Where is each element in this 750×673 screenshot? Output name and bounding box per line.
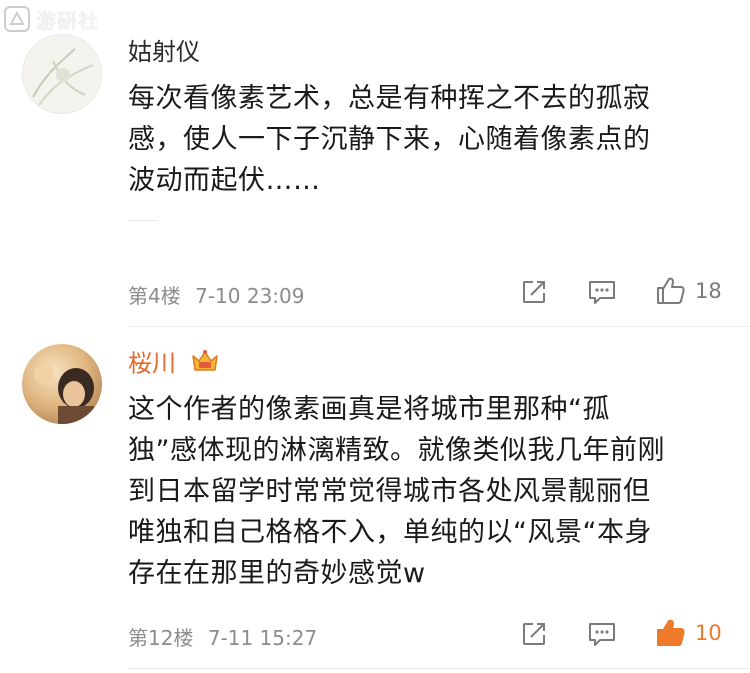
comment-line: 到日本留学时常常觉得城市各处风景靓丽但	[128, 476, 651, 507]
comment-line: 波动而起伏……	[128, 165, 321, 196]
comment-line: 这个作者的像素画真是将城市里那种“孤	[128, 394, 610, 425]
comment-line: 独”感体现的淋漓精致。就像类似我几年前刚	[128, 435, 665, 466]
reply-button[interactable]	[587, 277, 617, 307]
comment-line: 唯独和自己格格不入，单纯的以“风景“本身	[128, 517, 652, 548]
like-button[interactable]: 18	[655, 276, 722, 306]
username[interactable]: 姑射仪	[128, 37, 200, 67]
comment-time: 7-10 23:09	[195, 284, 305, 308]
comment-line: 存在在那里的奇妙感觉w	[128, 558, 426, 589]
forward-button[interactable]	[520, 619, 548, 649]
avatar[interactable]	[22, 344, 102, 424]
forward-icon	[523, 623, 545, 645]
comment-separator	[128, 668, 750, 669]
comment-meta: 第4楼 7-10 23:09	[128, 280, 304, 309]
comment-item: 桜川 这个作者的像素画真是将城市里那种“孤 独”感体现的淋漓精致。就像类似我几年…	[0, 326, 750, 673]
comment-line: 感，使人一下子沉静下来，心随着像素点的	[128, 124, 651, 155]
thumbs-up-icon	[657, 277, 685, 304]
thumbs-up-icon	[657, 619, 685, 646]
reply-icon	[589, 623, 615, 646]
floor-number: 第4楼	[128, 284, 181, 308]
like-count: 18	[695, 279, 722, 303]
comment-line: 每次看像素艺术，总是有种挥之不去的孤寂	[128, 83, 651, 114]
comment-meta: 第12楼 7-11 15:27	[128, 622, 317, 651]
avatar[interactable]	[22, 34, 102, 114]
like-count: 10	[695, 621, 722, 645]
divider	[128, 220, 158, 221]
forward-icon	[523, 281, 545, 303]
username[interactable]: 桜川	[128, 348, 220, 381]
floor-number: 第12楼	[128, 626, 194, 650]
comment-time: 7-11 15:27	[207, 626, 318, 650]
comment-item: 姑射仪 每次看像素艺术，总是有种挥之不去的孤寂 感，使人一下子沉静下来，心随着像…	[0, 0, 750, 326]
comment-text: 每次看像素艺术，总是有种挥之不去的孤寂 感，使人一下子沉静下来，心随着像素点的 …	[128, 78, 728, 201]
crown-vip-icon	[190, 348, 220, 381]
username-text: 桜川	[128, 349, 176, 378]
reply-icon	[589, 281, 615, 304]
reply-button[interactable]	[587, 619, 617, 649]
comment-text: 这个作者的像素画真是将城市里那种“孤 独”感体现的淋漓精致。就像类似我几年前刚 …	[128, 389, 728, 594]
like-button[interactable]: 10	[655, 618, 722, 648]
forward-button[interactable]	[520, 277, 548, 307]
